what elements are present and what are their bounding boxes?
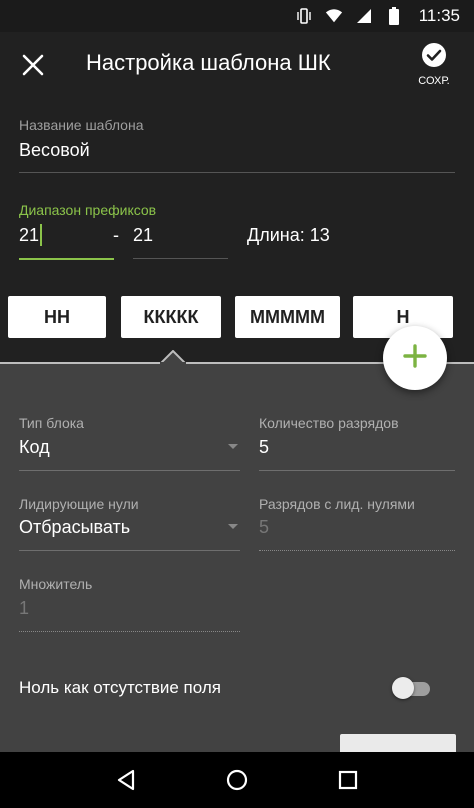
block-kkkkk[interactable]: ККККК xyxy=(121,296,221,338)
prefix-to-underline xyxy=(133,258,228,259)
prefix-from-underline xyxy=(19,258,114,260)
selected-block-pointer xyxy=(160,350,186,364)
app-bar: Настройка шаблона ШК СОХР. xyxy=(0,32,474,96)
digits-count-label: Количество разрядов xyxy=(259,415,399,431)
wifi-icon xyxy=(325,7,343,25)
status-time: 11:35 xyxy=(418,6,460,25)
vibrate-icon xyxy=(295,7,313,25)
digits-count-underline xyxy=(259,470,455,471)
leading-zeros-select[interactable]: Отбрасывать xyxy=(19,517,130,538)
block-type-select[interactable]: Код xyxy=(19,437,50,458)
battery-icon xyxy=(385,7,403,25)
add-icon xyxy=(402,343,428,374)
close-icon[interactable] xyxy=(18,50,48,80)
recents-icon[interactable] xyxy=(333,765,363,795)
template-name-label: Название шаблона xyxy=(19,117,144,133)
back-icon[interactable] xyxy=(111,765,141,795)
block-nn[interactable]: НН xyxy=(8,296,106,338)
page-title: Настройка шаблона ШК xyxy=(86,50,331,75)
leading-zeros-underline xyxy=(19,550,240,551)
template-name-underline xyxy=(19,172,455,173)
bottom-action-button[interactable] xyxy=(340,734,456,754)
save-label: СОХР. xyxy=(418,75,450,87)
signal-icon xyxy=(355,7,373,25)
digits-with-zeros-underline xyxy=(259,550,455,551)
leading-zeros-label: Лидирующие нули xyxy=(19,496,139,512)
chevron-down-icon[interactable] xyxy=(228,444,238,449)
add-block-button[interactable] xyxy=(383,326,447,390)
block-mmmmm[interactable]: ММММM xyxy=(235,296,340,338)
status-bar: 11:35 xyxy=(0,0,474,32)
length-text: Длина: 13 xyxy=(247,225,330,245)
digits-with-zeros-label: Разрядов с лид. нулями xyxy=(259,496,415,512)
null-as-absent-label: Ноль как отсутствие поля xyxy=(19,678,221,697)
block-type-label: Тип блока xyxy=(19,415,84,431)
navigation-bar xyxy=(0,752,474,808)
save-button[interactable]: СОХР. xyxy=(412,42,456,87)
toggle-thumb[interactable] xyxy=(392,677,414,699)
multiplier-underline xyxy=(19,631,240,632)
block-type-underline xyxy=(19,470,240,471)
multiplier-input: 1 xyxy=(19,598,30,618)
digits-with-zeros-input: 5 xyxy=(259,517,270,537)
multiplier-label: Множитель xyxy=(19,576,93,592)
prefix-range-label: Диапазон префиксов xyxy=(19,202,157,218)
home-icon[interactable] xyxy=(222,765,252,795)
digits-count-input[interactable]: 5 xyxy=(259,437,269,458)
range-separator: - xyxy=(113,225,119,245)
check-circle-icon xyxy=(421,42,447,73)
prefix-to-input[interactable]: 21 xyxy=(133,225,153,246)
text-cursor xyxy=(40,224,42,246)
chevron-down-icon[interactable] xyxy=(228,524,238,529)
prefix-from-input[interactable]: 21 xyxy=(19,225,39,246)
template-name-input[interactable]: Весовой xyxy=(19,140,90,161)
